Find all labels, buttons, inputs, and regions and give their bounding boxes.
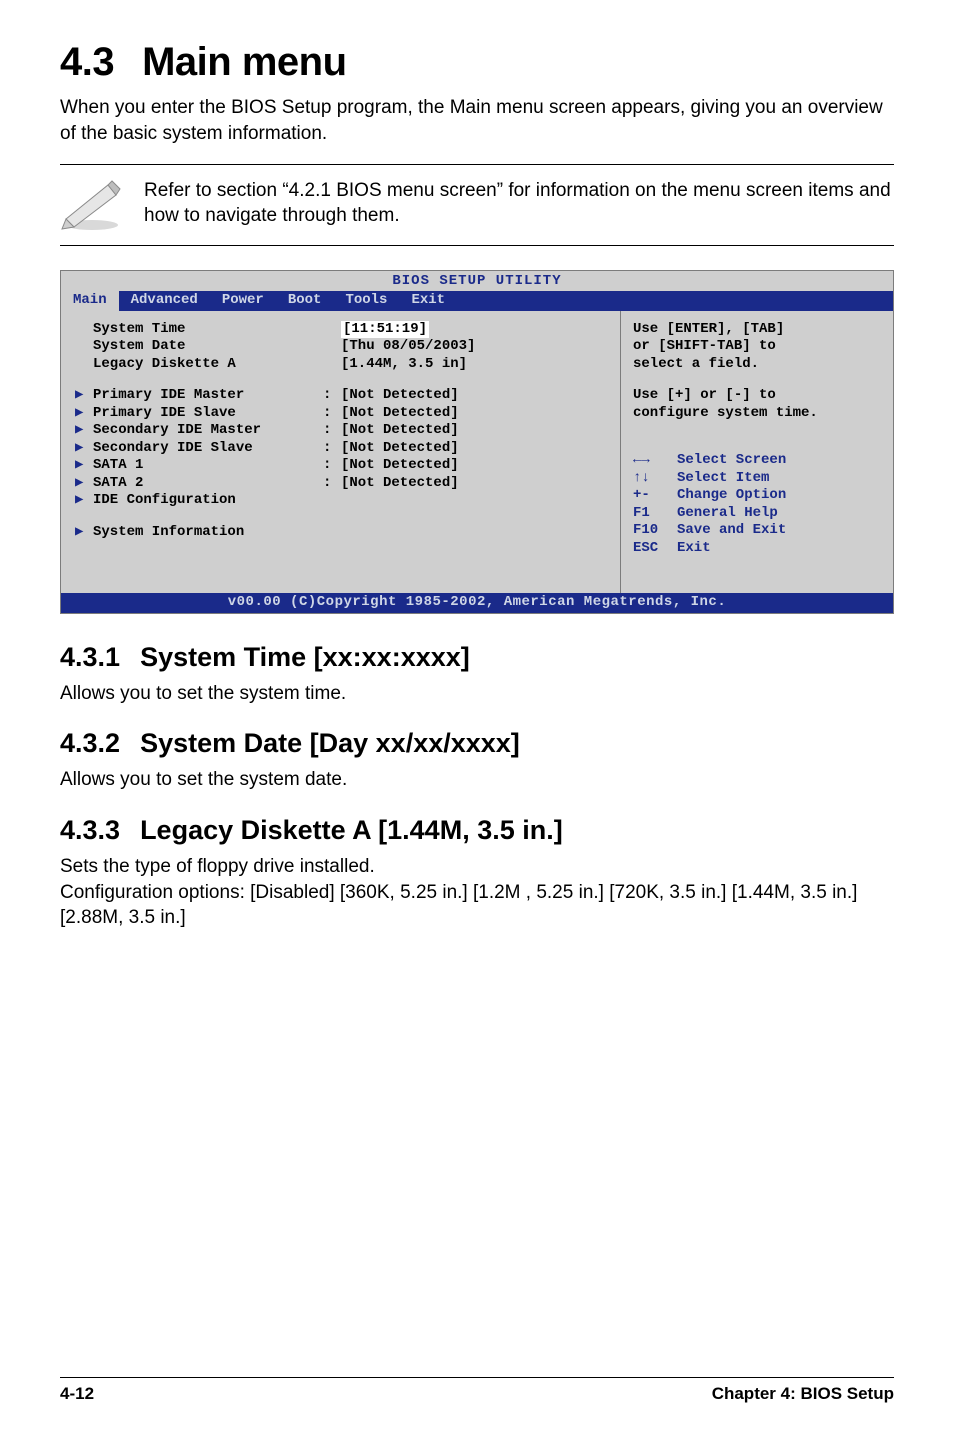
bios-key-desc: Change Option (677, 487, 786, 505)
bios-key: F1 (633, 505, 677, 523)
bios-key: ↑↓ (633, 470, 677, 488)
subsection-heading: 4.3.2 System Date [Day xx/xx/xxxx] (60, 728, 894, 759)
bios-key-legend: ←→Select Screen ↑↓Select Item +-Change O… (633, 452, 883, 557)
bios-value: [Not Detected] (341, 440, 459, 458)
subsection-body: Allows you to set the system date. (60, 767, 894, 793)
note-text: Refer to section “4.2.1 BIOS menu screen… (144, 178, 894, 229)
bios-tab-main[interactable]: Main (61, 291, 119, 311)
bios-tab-tools[interactable]: Tools (333, 291, 399, 311)
bios-label: Primary IDE Slave (93, 405, 323, 423)
bios-row-system-information[interactable]: ▶System Information (75, 524, 612, 542)
bios-menu-bar: Main Advanced Power Boot Tools Exit (61, 291, 893, 311)
bios-row-legacy-diskette[interactable]: Legacy Diskette A [1.44M, 3.5 in] (75, 356, 612, 374)
bios-help-panel: Use [ENTER], [TAB] or [SHIFT-TAB] to sel… (620, 311, 893, 594)
bios-key-desc: Select Item (677, 470, 769, 488)
subsection-number: 4.3.2 (60, 728, 120, 758)
bios-tab-exit[interactable]: Exit (399, 291, 457, 311)
bios-label: SATA 1 (93, 457, 323, 475)
bios-screenshot: BIOS SETUP UTILITY Main Advanced Power B… (60, 270, 894, 614)
bios-key: F10 (633, 522, 677, 540)
section-number: 4.3 (60, 40, 114, 84)
bios-value: [11:51:19] (341, 321, 429, 339)
bios-label: System Time (93, 321, 323, 339)
section-title-text: Main menu (142, 40, 346, 84)
subsection-number: 4.3.3 (60, 815, 120, 845)
bios-copyright-footer: v00.00 (C)Copyright 1985-2002, American … (61, 593, 893, 613)
bios-label: IDE Configuration (93, 492, 323, 510)
bios-tab-advanced[interactable]: Advanced (119, 291, 210, 311)
subsection-heading: 4.3.1 System Time [xx:xx:xxxx] (60, 642, 894, 673)
bios-value: [1.44M, 3.5 in] (341, 356, 467, 374)
bios-tab-power[interactable]: Power (210, 291, 276, 311)
subsection-body: Sets the type of floppy drive installed.… (60, 854, 894, 931)
bios-value: [Not Detected] (341, 405, 459, 423)
bios-label: Primary IDE Master (93, 387, 323, 405)
bios-row-system-time[interactable]: System Time [11:51:19] (75, 321, 612, 339)
bios-value: [Not Detected] (341, 475, 459, 493)
bios-label: System Information (93, 524, 323, 542)
bios-help-line: Use [ENTER], [TAB] (633, 321, 883, 339)
subsection-heading: 4.3.3 Legacy Diskette A [1.44M, 3.5 in.] (60, 815, 894, 846)
bios-help-line: configure system time. (633, 405, 883, 423)
bios-key-desc: Save and Exit (677, 522, 786, 540)
bios-row-sata-2[interactable]: ▶SATA 2: [Not Detected] (75, 475, 612, 493)
bios-key: ←→ (633, 452, 677, 470)
bios-label: Secondary IDE Master (93, 422, 323, 440)
bios-row-system-date[interactable]: System Date [Thu 08/05/2003] (75, 338, 612, 356)
bios-value: [Thu 08/05/2003] (341, 338, 475, 356)
bios-value: [Not Detected] (341, 387, 459, 405)
section-heading: 4.3 Main menu (60, 40, 894, 85)
bios-help-line: Use [+] or [-] to (633, 387, 883, 405)
bios-value: [Not Detected] (341, 457, 459, 475)
bios-key-desc: General Help (677, 505, 778, 523)
subsection-title: Legacy Diskette A [1.44M, 3.5 in.] (140, 815, 563, 845)
bios-label: SATA 2 (93, 475, 323, 493)
bios-row-sata-1[interactable]: ▶SATA 1: [Not Detected] (75, 457, 612, 475)
subsection-number: 4.3.1 (60, 642, 120, 672)
pencil-note-icon (60, 175, 124, 231)
bios-label: Secondary IDE Slave (93, 440, 323, 458)
bios-label: Legacy Diskette A (93, 356, 323, 374)
bios-row-primary-ide-master[interactable]: ▶Primary IDE Master: [Not Detected] (75, 387, 612, 405)
bios-tab-boot[interactable]: Boot (276, 291, 334, 311)
bios-label: System Date (93, 338, 323, 356)
subsection-title: System Date [Day xx/xx/xxxx] (140, 728, 520, 758)
bios-row-secondary-ide-master[interactable]: ▶Secondary IDE Master: [Not Detected] (75, 422, 612, 440)
subsection-body: Allows you to set the system time. (60, 681, 894, 707)
bios-help-line: select a field. (633, 356, 883, 374)
bios-value: [Not Detected] (341, 422, 459, 440)
bios-help-line: or [SHIFT-TAB] to (633, 338, 883, 356)
bios-key-desc: Select Screen (677, 452, 786, 470)
note-block: Refer to section “4.2.1 BIOS menu screen… (60, 164, 894, 246)
bios-row-primary-ide-slave[interactable]: ▶Primary IDE Slave: [Not Detected] (75, 405, 612, 423)
intro-paragraph: When you enter the BIOS Setup program, t… (60, 95, 894, 146)
bios-key: +- (633, 487, 677, 505)
bios-title: BIOS SETUP UTILITY (61, 271, 893, 291)
page-footer: 4-12 Chapter 4: BIOS Setup (60, 1377, 894, 1404)
bios-left-panel: System Time [11:51:19] System Date [Thu … (61, 311, 620, 594)
subsection-title: System Time [xx:xx:xxxx] (140, 642, 470, 672)
page-number: 4-12 (60, 1384, 94, 1404)
bios-row-secondary-ide-slave[interactable]: ▶Secondary IDE Slave: [Not Detected] (75, 440, 612, 458)
bios-key: ESC (633, 540, 677, 558)
bios-key-desc: Exit (677, 540, 711, 558)
chapter-label: Chapter 4: BIOS Setup (712, 1384, 894, 1404)
bios-row-ide-configuration[interactable]: ▶IDE Configuration (75, 492, 612, 510)
